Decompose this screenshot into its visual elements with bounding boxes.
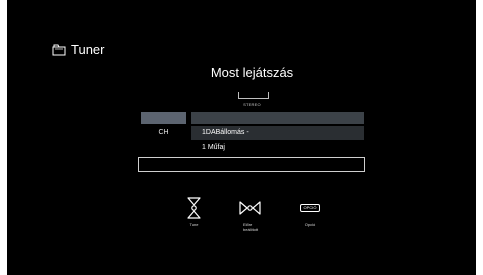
source-indicator: Tuner [52,43,104,57]
folder-tab-icon [52,44,66,56]
stereo-indicator: STEREO [243,102,261,107]
preset-navigation-icon [230,194,270,222]
station-header-bar [191,112,364,124]
presets-label: Előre beállított [243,222,259,232]
option-button[interactable]: OPCIÓ Opció [290,194,330,227]
option-icon-text: OPCIÓ [299,204,321,212]
now-playing-title: Most lejátszás [210,65,294,80]
genre-row: 1 Műfaj [202,144,225,151]
text-info-bar [138,157,365,172]
station-row: 1DABállomás - [191,126,364,140]
option-label: Opció [304,222,316,227]
tuner-screen: Tuner Most lejátszás STEREO CH 1DABállom… [7,0,476,275]
source-label: Tuner [71,42,105,57]
presets-button[interactable]: Előre beállított [230,194,270,232]
tune-button[interactable]: Tune [174,194,214,227]
channel-highlight-bar [141,112,186,124]
option-button-icon: OPCIÓ [290,194,330,222]
tune-arrows-icon [174,194,214,222]
tune-label: Tune [189,222,199,227]
title-underline-frame [238,92,269,99]
channel-label: CH [158,129,169,136]
